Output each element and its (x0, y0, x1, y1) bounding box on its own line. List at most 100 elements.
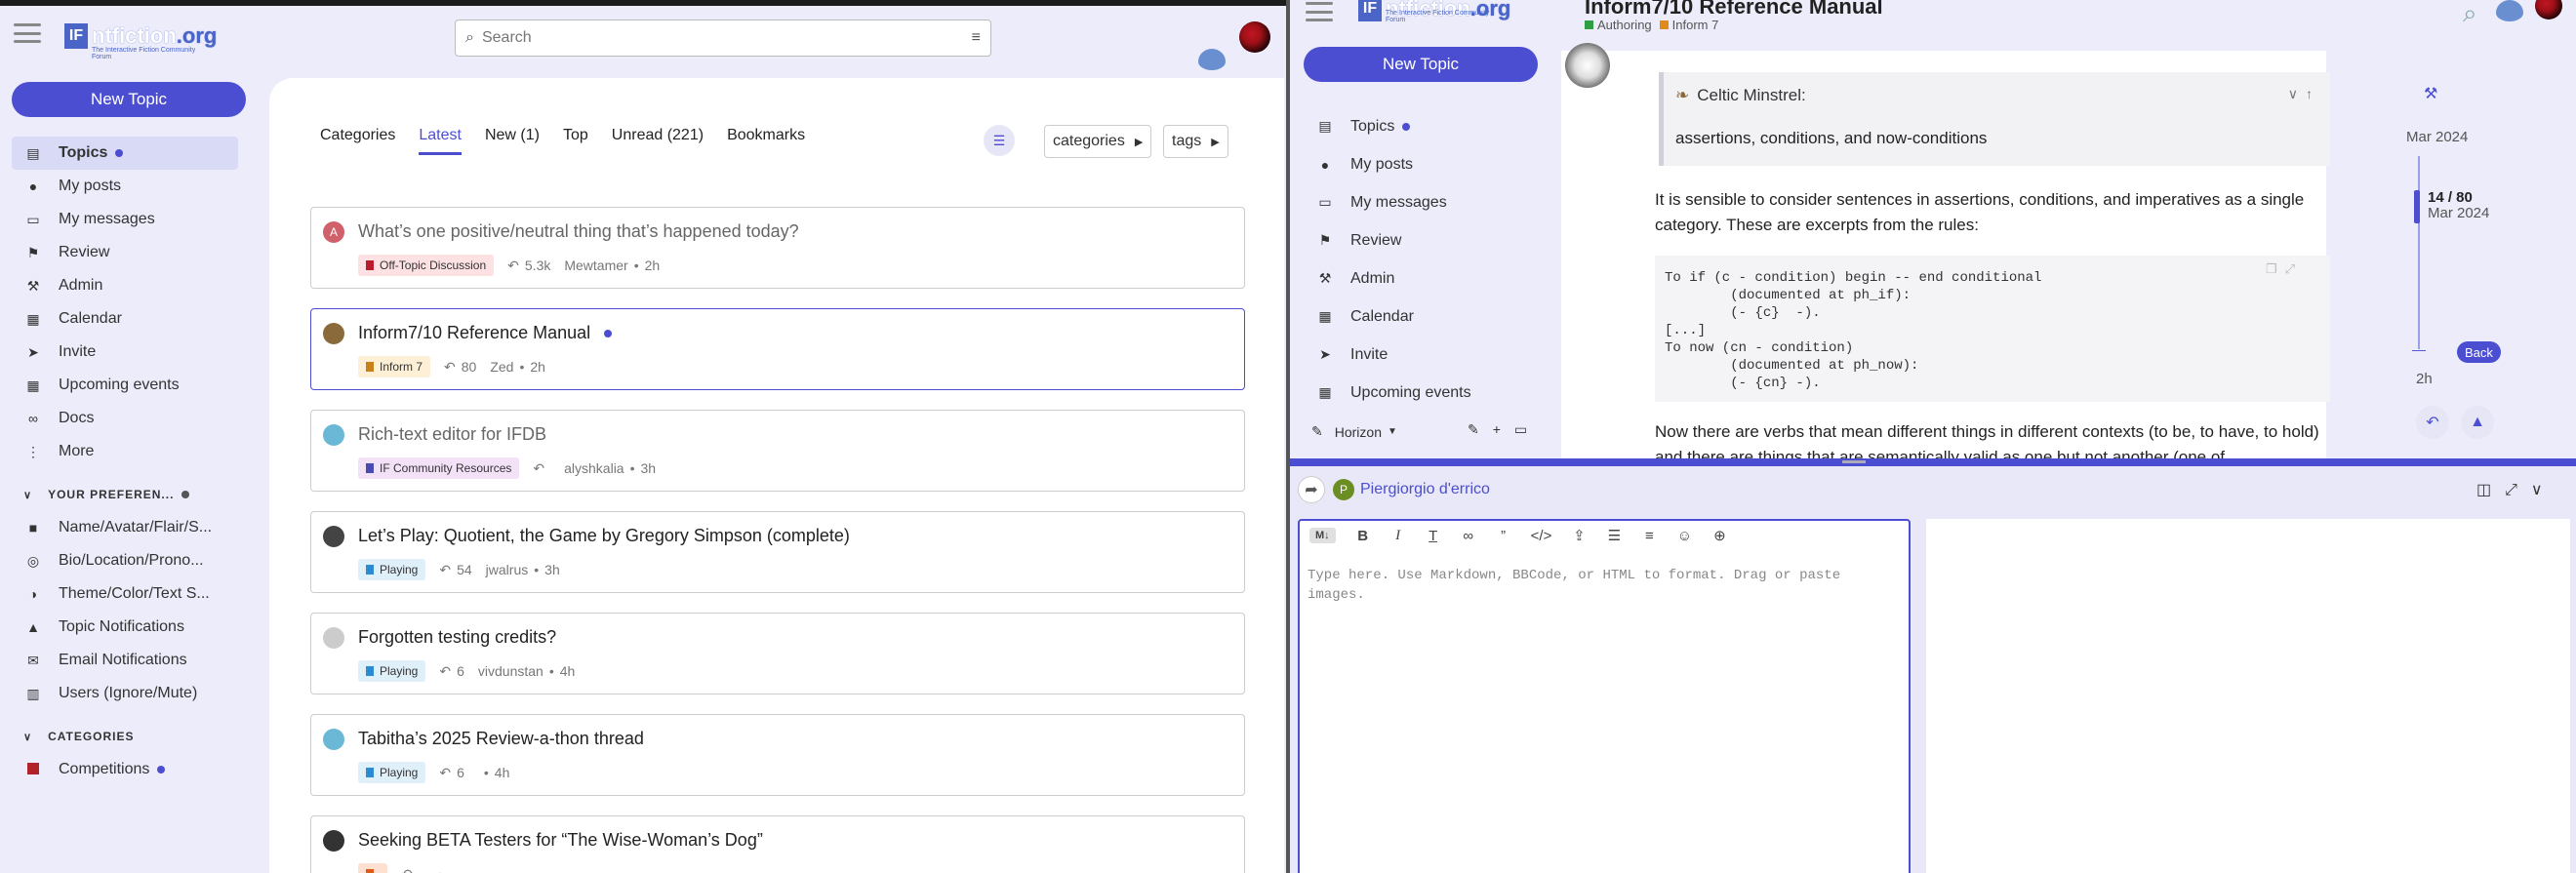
topic-avatar[interactable] (323, 830, 344, 852)
hamburger-menu-icon[interactable] (1306, 2, 1333, 21)
sidebar-item-admin[interactable]: ⚒ Admin (12, 269, 238, 302)
categories-filter-dropdown[interactable]: categories ▶ (1044, 125, 1152, 158)
bullet-list-icon[interactable]: ☰ (1606, 527, 1622, 544)
sidebar-item-upcoming-events[interactable]: ▦ Upcoming events (1304, 374, 1540, 412)
topic-avatar[interactable] (323, 627, 344, 649)
topic-title[interactable]: Seeking BETA Testers for “The Wise-Woman… (358, 830, 763, 851)
sidebar-pref-name-avatar[interactable]: ■ Name/Avatar/Flair/S... (12, 511, 238, 544)
categories-section-header[interactable]: ∨ CATEGORIES (12, 720, 238, 753)
timeline-end-date[interactable]: 2h (2416, 371, 2433, 387)
code-copy-icons[interactable]: ❐⤢ (2266, 261, 2303, 277)
sidebar-item-review[interactable]: ⚑ Review (1304, 221, 1540, 259)
bell-icon[interactable]: ▲ (2461, 406, 2494, 439)
sidebar-item-topics[interactable]: ▤ Topics (12, 137, 238, 170)
sidebar-item-calendar[interactable]: ▦ Calendar (12, 302, 238, 336)
tab-latest[interactable]: Latest (419, 127, 462, 155)
add-icon[interactable]: ⊕ (1711, 527, 1727, 544)
new-topic-button[interactable]: New Topic (12, 82, 246, 117)
timeline-start-date[interactable]: Mar 2024 (2406, 129, 2468, 145)
composer-editor[interactable]: M↓ B I T̲ ∞ ” </> ⇪ ☰ ≡ ☺ ⊕ Type here. U… (1298, 519, 1911, 873)
italic-icon[interactable]: I (1390, 528, 1406, 544)
category-badge[interactable]: Off-Topic Discussion (358, 255, 495, 276)
timeline-track[interactable] (2418, 156, 2420, 349)
reply-icon[interactable]: ↶ (2416, 406, 2449, 439)
composer-textarea[interactable]: Type here. Use Markdown, BBCode, or HTML… (1308, 566, 1893, 605)
sidebar-item-more[interactable]: ⋮ More (12, 435, 238, 468)
sidebar-item-upcoming-events[interactable]: ▦ Upcoming events (12, 369, 238, 402)
topic-row[interactable]: Seeking BETA Testers for “The Wise-Woman… (310, 815, 1245, 873)
sidebar-item-my-messages[interactable]: ▭ My messages (12, 203, 238, 236)
sidebar-item-invite[interactable]: ➤ Invite (1304, 336, 1540, 374)
topic-row[interactable]: Inform7/10 Reference Manual Inform 7 ↶ 80 Ze… (310, 308, 1245, 390)
sidebar-item-my-posts[interactable]: ● My posts (12, 170, 238, 203)
topic-avatar[interactable] (323, 323, 344, 344)
chat-icon[interactable] (1198, 49, 1226, 70)
quote-expand-icons[interactable]: ∨↑ (2288, 86, 2320, 102)
topic-title[interactable]: Forgotten testing credits? (358, 627, 556, 648)
theme-selector[interactable]: ✎ Horizon ▼ (1311, 423, 1397, 440)
topic-avatar[interactable] (323, 526, 344, 547)
sidebar-pref-bio[interactable]: ◎ Bio/Location/Prono... (12, 544, 238, 577)
topic-row[interactable]: A What’s one positive/neutral thing that’… (310, 207, 1245, 289)
last-poster[interactable]: alyshkalia (564, 460, 624, 476)
reply-to-user[interactable]: Piergiorgio d'errico (1360, 481, 1490, 498)
sidebar-item-my-posts[interactable]: ● My posts (1304, 145, 1540, 183)
topic-avatar[interactable] (323, 424, 344, 446)
search-icon[interactable]: ⌕ (2463, 0, 2477, 29)
category-badge[interactable]: Playing (358, 762, 426, 783)
sidebar-item-admin[interactable]: ⚒ Admin (1304, 259, 1540, 298)
topic-age[interactable]: 3h (641, 460, 657, 476)
wrench-icon[interactable]: ⚒ (2424, 84, 2437, 103)
topic-age[interactable]: 2h (645, 258, 661, 273)
composer-grip[interactable] (1842, 460, 1866, 463)
link-icon[interactable]: ∞ (1461, 528, 1476, 544)
sidebar-item-calendar[interactable]: ▦ Calendar (1304, 298, 1540, 336)
user-avatar[interactable] (1239, 21, 1270, 53)
sidebar-category-competitions[interactable]: Competitions (12, 753, 238, 786)
site-logo[interactable]: IF ntfiction.org The Interactive Fiction… (1358, 0, 1510, 23)
topic-age[interactable]: 4h (495, 765, 510, 780)
sidebar-pref-theme[interactable]: ◑ Theme/Color/Text S... (12, 577, 238, 611)
last-poster[interactable]: Zed (490, 359, 513, 375)
sidebar-pref-users-ignore[interactable]: ▥ Users (Ignore/Mute) (12, 677, 238, 710)
preferences-section-header[interactable]: ∨ YOUR PREFEREN... (12, 478, 238, 511)
topic-row[interactable]: Forgotten testing credits? Playing ↶ 6 vivdu… (310, 613, 1245, 694)
topic-age[interactable]: 4h (560, 663, 576, 679)
topic-avatar[interactable]: A (323, 221, 344, 243)
topic-title[interactable]: Inform7/10 Reference Manual (358, 323, 590, 343)
topic-age[interactable]: 2h (530, 359, 545, 375)
topic-title[interactable]: Let’s Play: Quotient, the Game by Gregor… (358, 526, 850, 546)
sidebar-footer-icons[interactable]: ✎+▭ (1468, 421, 1541, 438)
category-badge[interactable]: Inform 7 (358, 356, 431, 377)
composer-window-controls[interactable]: ◫⤢∨ (2476, 480, 2556, 499)
tab-categories[interactable]: Categories (320, 127, 395, 155)
user-avatar[interactable] (2535, 0, 2562, 20)
crumb-inform7[interactable]: Inform 7 (1672, 18, 1719, 32)
upload-icon[interactable]: ⇪ (1571, 527, 1587, 544)
sidebar-item-topics[interactable]: ▤ Topics (1304, 107, 1540, 145)
timeline-handle[interactable] (2414, 189, 2420, 223)
topic-row[interactable]: Rich-text editor for IFDB IF Community Re… (310, 410, 1245, 492)
tab-unread[interactable]: Unread (221) (612, 127, 704, 155)
sidebar-item-review[interactable]: ⚑ Review (12, 236, 238, 269)
category-badge[interactable] (358, 863, 387, 873)
topic-title[interactable]: What’s one positive/neutral thing that’s… (358, 221, 799, 242)
last-poster[interactable]: vivdunstan (478, 663, 543, 679)
search-options-icon[interactable]: ≡ (972, 29, 981, 47)
reply-arrow-icon[interactable]: ➦ (1298, 476, 1325, 503)
tags-filter-dropdown[interactable]: tags ▶ (1163, 125, 1228, 158)
new-topic-button[interactable]: New Topic (1304, 47, 1538, 82)
sidebar-item-my-messages[interactable]: ▭ My messages (1304, 183, 1540, 221)
heading-icon[interactable]: T̲ (1426, 528, 1441, 544)
quote-icon[interactable]: ” (1496, 528, 1511, 544)
sidebar-pref-topic-notifications[interactable]: ▲ Topic Notifications (12, 611, 238, 644)
timeline-back-button[interactable]: Back (2457, 341, 2501, 363)
search-box[interactable]: ⌕ ≡ (455, 20, 991, 57)
last-poster[interactable]: jwalrus (486, 562, 529, 577)
crumb-authoring[interactable]: Authoring (1597, 18, 1652, 32)
category-badge[interactable]: Playing (358, 559, 426, 580)
chat-icon[interactable] (2496, 0, 2523, 21)
emoji-icon[interactable]: ☺ (1676, 528, 1692, 544)
numbered-list-icon[interactable]: ≡ (1641, 528, 1657, 544)
category-badge[interactable]: IF Community Resources (358, 457, 520, 479)
